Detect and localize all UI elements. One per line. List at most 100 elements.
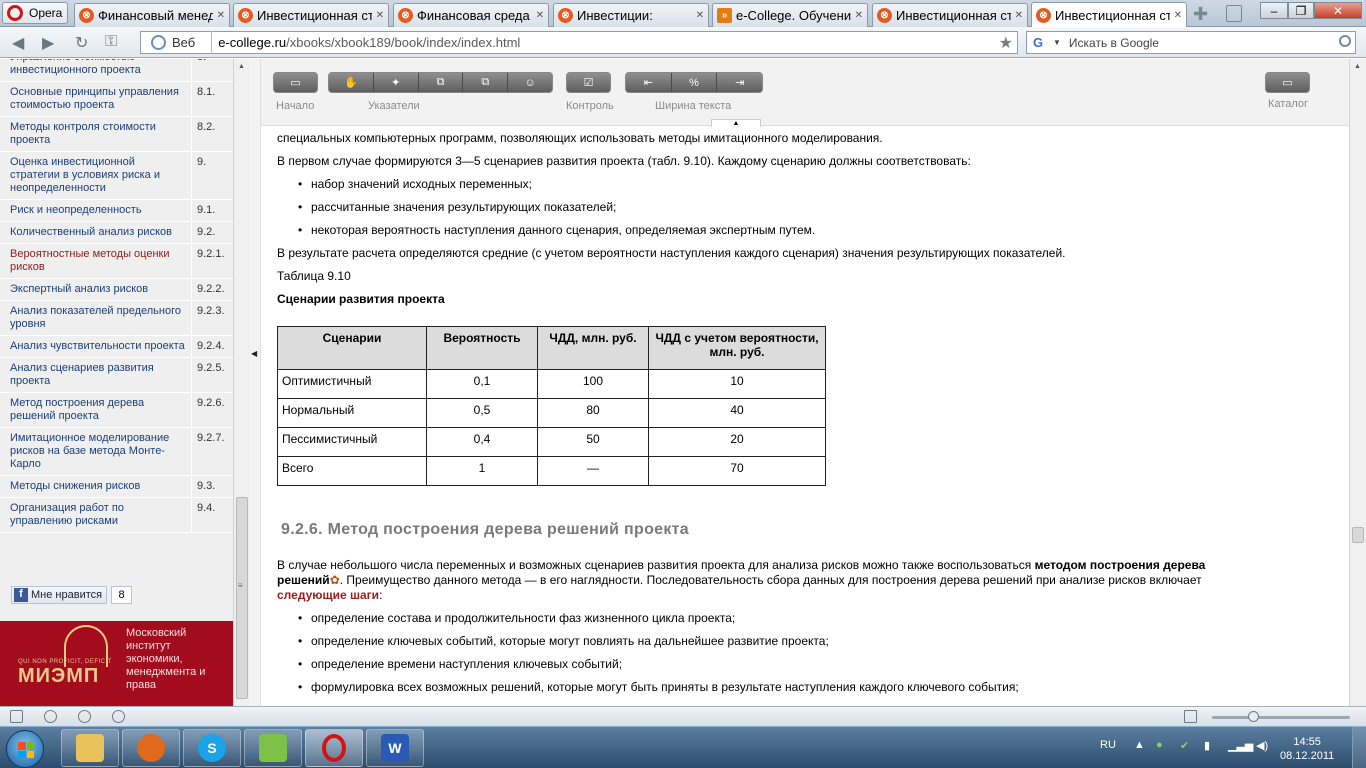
scroll-up-icon[interactable]: ▲	[238, 63, 245, 70]
toc-item-label[interactable]: Методы снижения рисков	[0, 476, 191, 497]
toc-item[interactable]: Оценка инвестиционной стратегии в услови…	[0, 152, 233, 200]
new-tab-icon[interactable]: ✚	[1193, 4, 1208, 25]
toc-item-label[interactable]: Количественный анализ рисков	[0, 222, 191, 243]
language-indicator[interactable]: RU	[1100, 739, 1116, 751]
toc-item-label[interactable]: Оценка инвестиционной стратегии в услови…	[0, 152, 191, 199]
toc-item-label[interactable]: Анализ показателей предельного уровня	[0, 301, 191, 335]
toc-item[interactable]: Имитационное моделирование рисков на баз…	[0, 428, 233, 476]
taskbar-word[interactable]: W	[366, 729, 424, 767]
browser-tab[interactable]: ⊗Инвестиционная ст…✕	[233, 3, 389, 27]
copy-icon[interactable]: ⧉	[419, 73, 464, 92]
toc-item[interactable]: Методы снижения рисков 9.3.	[0, 476, 233, 498]
hand-icon[interactable]: ✋	[329, 73, 374, 92]
toc-item-label[interactable]: Организация работ по управлению рисками	[0, 498, 191, 532]
wide-text-icon[interactable]: ⇥	[717, 73, 762, 92]
steps-link[interactable]: следующие шаги	[277, 588, 379, 602]
toc-item[interactable]: Анализ сценариев развития проекта 9.2.5.	[0, 358, 233, 393]
toc-item[interactable]: Основные принципы управления стоимостью …	[0, 82, 233, 117]
close-tab-icon[interactable]: ✕	[536, 10, 544, 21]
toc-item[interactable]: Метод построения дерева решений проекта 9…	[0, 393, 233, 428]
tray-app-icon[interactable]: ●	[1156, 739, 1163, 751]
search-icon[interactable]	[1339, 35, 1351, 47]
institute-banner[interactable]: QUI NON PROFICIT, DEFICIT МИЭМП Московск…	[0, 621, 233, 706]
tray-check-icon[interactable]: ✔	[1180, 739, 1189, 752]
toc-item[interactable]: Вероятностные методы оценки рисков 9.2.1.	[0, 244, 233, 279]
minimize-button[interactable]: –	[1260, 2, 1288, 19]
zoom-knob[interactable]	[1248, 711, 1259, 722]
person-icon[interactable]: ☺	[508, 73, 552, 92]
scrollbar-thumb[interactable]	[1352, 527, 1364, 543]
duplicate-icon[interactable]: ⧉	[463, 73, 509, 92]
toc-item[interactable]: Риск и неопределенность 9.1.	[0, 200, 233, 222]
toc-item-label[interactable]: Экспертный анализ рисков	[0, 279, 191, 300]
toc-item-label[interactable]: Имитационное моделирование рисков на баз…	[0, 428, 191, 475]
toc-item[interactable]: Организация работ по управлению рисками 9…	[0, 498, 233, 533]
toc-item-label[interactable]: Метод построения дерева решений проекта	[0, 393, 191, 427]
taskbar-firefox[interactable]	[122, 729, 180, 767]
browser-tab[interactable]: ⊗ Финансовый менед… ✕	[74, 3, 230, 27]
browser-tab[interactable]: ⊗Инвестиционная ст…✕	[872, 3, 1028, 27]
close-tab-icon[interactable]: ✕	[1174, 10, 1182, 21]
collapse-arrow-icon[interactable]: ◀	[251, 349, 257, 358]
browser-tab[interactable]: » e-College. Обучени… ✕	[712, 3, 868, 27]
toc-item[interactable]: Управление стоимостью инвестиционного пр…	[0, 59, 233, 82]
browser-tab[interactable]: ⊗Инвестиционная ст…✕	[1031, 2, 1187, 27]
clock[interactable]: 14:55 08.12.2011	[1280, 735, 1334, 763]
show-desktop-button[interactable]	[1352, 727, 1366, 768]
toc-item-label[interactable]: Вероятностные методы оценки рисков	[0, 244, 191, 278]
toc-item-label[interactable]: Анализ сценариев развития проекта	[0, 358, 191, 392]
close-tab-icon[interactable]: ✕	[1015, 10, 1023, 21]
toc-item-label[interactable]: Методы контроля стоимости проекта	[0, 117, 191, 151]
sidebar-collapse-handle[interactable]: ◀	[250, 59, 261, 706]
percent-text-icon[interactable]: %	[672, 73, 718, 92]
taskbar-skype[interactable]: S	[183, 729, 241, 767]
forward-icon[interactable]: ▶	[42, 33, 54, 53]
close-tab-icon[interactable]: ✕	[696, 10, 704, 21]
toc-item-label[interactable]: Анализ чувствительности проекта	[0, 336, 191, 357]
toc-item[interactable]: Методы контроля стоимости проекта 8.2.	[0, 117, 233, 152]
taskbar-explorer[interactable]	[61, 729, 119, 767]
toc-item-label[interactable]: Управление стоимостью инвестиционного пр…	[0, 59, 191, 81]
zoom-slider[interactable]	[1212, 711, 1350, 722]
chevron-down-icon[interactable]: ▼	[1053, 38, 1061, 47]
key-icon[interactable]: ⚿	[105, 33, 117, 51]
speed-icon[interactable]	[112, 710, 125, 723]
tray-arrow-icon[interactable]: ▲	[1134, 739, 1145, 751]
search-field[interactable]: G ▼ Искать в Google	[1026, 31, 1356, 54]
narrow-text-icon[interactable]: ⇤	[626, 73, 672, 92]
toc-item[interactable]: Количественный анализ рисков 9.2.	[0, 222, 233, 244]
tray-battery-icon[interactable]: ▮	[1204, 739, 1210, 752]
bookmark-star-icon[interactable]: ★	[999, 33, 1013, 53]
close-tab-icon[interactable]: ✕	[217, 10, 225, 21]
address-field[interactable]: Веб e-college.ru/xbooks/xbook189/book/in…	[140, 31, 1018, 54]
toc-item-label[interactable]: Основные принципы управления стоимостью …	[0, 82, 191, 116]
start-button[interactable]	[6, 730, 44, 768]
glossary-icon[interactable]: ✿	[330, 573, 340, 587]
network-icon[interactable]: ▁▃▅	[1228, 739, 1253, 752]
view-icon[interactable]	[1184, 710, 1197, 723]
catalog-button[interactable]: ▭	[1265, 72, 1310, 93]
panel-toggle-icon[interactable]	[10, 710, 23, 723]
browser-tab[interactable]: ⊗ Финансовая среда … ✕	[393, 3, 549, 27]
restore-button[interactable]: ❐	[1288, 2, 1314, 19]
back-icon[interactable]: ◀	[12, 33, 24, 53]
scrollbar-thumb[interactable]	[236, 497, 248, 699]
cloud-icon[interactable]	[44, 710, 57, 723]
toc-item[interactable]: Анализ чувствительности проекта 9.2.4.	[0, 336, 233, 358]
close-tab-icon[interactable]: ✕	[376, 10, 384, 21]
sidebar-scrollbar[interactable]: ▲ ≡	[233, 59, 250, 706]
toc-item-label[interactable]: Риск и неопределенность	[0, 200, 191, 221]
facebook-like-button[interactable]: f Мне нравится	[11, 586, 108, 604]
toc-item[interactable]: Экспертный анализ рисков 9.2.2.	[0, 279, 233, 301]
close-window-button[interactable]: ✕	[1314, 2, 1362, 19]
home-button[interactable]: ▭	[273, 72, 318, 93]
trash-icon[interactable]	[1226, 5, 1242, 22]
taskbar-app-green[interactable]	[244, 729, 302, 767]
control-button[interactable]: ☑	[566, 72, 611, 93]
content-scrollbar[interactable]: ▲	[1349, 59, 1366, 706]
toc-item[interactable]: Анализ показателей предельного уровня 9.2…	[0, 301, 233, 336]
volume-icon[interactable]: ◀)	[1256, 739, 1268, 752]
scroll-up-icon[interactable]: ▲	[1354, 63, 1361, 70]
browser-tab[interactable]: ⊗ Инвестиции: ✕	[553, 3, 709, 27]
close-tab-icon[interactable]: ✕	[855, 10, 863, 21]
